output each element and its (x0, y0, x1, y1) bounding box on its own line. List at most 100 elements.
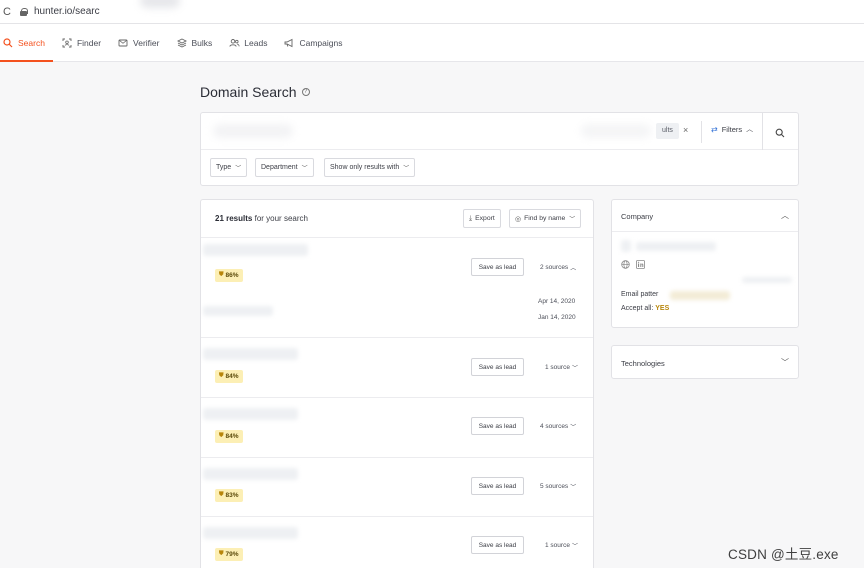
list-item: ⛊ 84% Save as lead 4 sources ﹀ (201, 398, 593, 458)
top-nav: Search Finder Verifier Bulks Leads Campa… (0, 24, 864, 62)
chevron-down-icon: ﹀ (569, 217, 576, 223)
chevron-down-icon: ﹀ (781, 358, 789, 367)
results-pill: ults (656, 123, 679, 139)
nav-leads-label: Leads (244, 37, 268, 48)
list-item: ⛊ 84% Save as lead 1 source ﹀ (201, 338, 593, 398)
sources-label: 5 sources (540, 482, 569, 490)
department-dropdown[interactable]: Department ﹀ (255, 158, 314, 177)
technologies-card[interactable]: Technologies ﹀ (611, 345, 799, 379)
confidence-score: 86% (225, 272, 239, 279)
confidence-score: 84% (225, 373, 239, 380)
sources-label: 1 source (545, 541, 570, 549)
nav-verifier-label: Verifier (133, 37, 160, 48)
save-as-lead-button[interactable]: Save as lead (471, 258, 524, 276)
results-count-suffix: for your search (254, 214, 308, 223)
search-panel: ults × ⇄ Filters ︿ Type ﹀ Department ﹀ S… (200, 112, 799, 186)
confidence-badge: ⛊ 86% (215, 269, 243, 282)
results-panel: 21 results for your search ⤓ Export ◎ Fi… (200, 199, 594, 568)
list-item: ⛊ 79% Save as lead 1 source ﹀ (201, 517, 593, 568)
filters-label: Filters (721, 124, 743, 134)
page-title-text: Domain Search (200, 84, 297, 100)
save-as-lead-button[interactable]: Save as lead (471, 417, 524, 435)
filters-icon: ⇄ (711, 124, 718, 134)
megaphone-icon (283, 37, 295, 49)
export-button[interactable]: ⤓ Export (463, 209, 501, 228)
sources-toggle[interactable]: 2 sources ︿ (540, 258, 576, 276)
confidence-score: 84% (225, 433, 239, 440)
reload-icon[interactable]: C (0, 6, 14, 18)
shield-icon: ⛊ (219, 272, 224, 278)
shield-icon: ⛊ (219, 492, 224, 498)
chevron-up-icon: ︿ (746, 126, 754, 133)
company-card: Company ︿ Email patter Accept all: YES (611, 199, 799, 328)
watermark: CSDN @土豆.exe (728, 547, 839, 562)
chevron-down-icon: ﹀ (571, 365, 578, 372)
finder-icon (61, 37, 73, 49)
confidence-badge: ⛊ 79% (215, 548, 243, 561)
globe-icon[interactable] (621, 260, 630, 269)
nav-leads[interactable]: Leads (226, 24, 275, 61)
save-as-lead-label: Save as lead (478, 422, 517, 430)
save-as-lead-button[interactable]: Save as lead (471, 477, 524, 495)
nav-search-label: Search (18, 37, 45, 48)
company-card-header[interactable]: Company ︿ (612, 200, 798, 232)
chevron-down-icon: ﹀ (301, 166, 308, 172)
divider (762, 113, 763, 150)
clear-icon[interactable]: × (683, 125, 688, 135)
nav-campaigns[interactable]: Campaigns (281, 24, 350, 61)
linkedin-icon[interactable] (636, 260, 645, 269)
nav-search[interactable]: Search (0, 24, 53, 62)
sources-toggle[interactable]: 4 sources ﹀ (540, 417, 576, 435)
confidence-badge: ⛊ 84% (215, 430, 243, 443)
sources-toggle[interactable]: 1 source ﹀ (545, 358, 578, 376)
sources-label: 2 sources (540, 263, 569, 271)
source-date: Jan 14, 2020 (538, 314, 576, 321)
help-icon[interactable]: ? (301, 88, 310, 96)
domain-search-input[interactable]: ults × ⇄ Filters ︿ (201, 113, 798, 150)
sources-label: 4 sources (540, 422, 569, 430)
show-only-dropdown-label: Show only results with (330, 164, 400, 171)
nav-finder-label: Finder (76, 37, 102, 48)
users-icon (228, 37, 240, 49)
nav-finder[interactable]: Finder (59, 24, 109, 61)
department-dropdown-label: Department (261, 164, 298, 171)
page-title: Domain Search ? (200, 84, 310, 100)
filter-row: Type ﹀ Department ﹀ Show only results wi… (201, 150, 798, 186)
chevron-up-icon: ︿ (570, 265, 577, 272)
save-as-lead-button[interactable]: Save as lead (471, 358, 524, 376)
nav-verifier[interactable]: Verifier (115, 24, 167, 61)
confidence-badge: ⛊ 84% (215, 370, 243, 383)
sources-toggle[interactable]: 1 source ﹀ (545, 536, 578, 554)
search-submit-icon[interactable] (775, 125, 785, 143)
chevron-down-icon: ﹀ (403, 166, 410, 172)
confidence-score: 79% (225, 551, 239, 558)
save-as-lead-label: Save as lead (478, 541, 517, 549)
company-card-body: Email patter Accept all: YES (612, 232, 798, 326)
type-dropdown[interactable]: Type ﹀ (210, 158, 248, 177)
confidence-score: 83% (225, 492, 239, 499)
results-count: 21 results for your search (215, 214, 308, 223)
sources-label: 1 source (545, 363, 570, 371)
nav-bulks-label: Bulks (191, 37, 213, 48)
find-by-name-button[interactable]: ◎ Find by name ﹀ (509, 209, 582, 228)
accept-all-label: Accept all: (621, 305, 654, 312)
layers-icon (176, 37, 188, 49)
chevron-up-icon: ︿ (781, 211, 789, 220)
confidence-badge: ⛊ 83% (215, 489, 243, 502)
show-only-dropdown[interactable]: Show only results with ﹀ (324, 158, 416, 177)
save-as-lead-button[interactable]: Save as lead (471, 536, 524, 554)
chevron-down-icon: ﹀ (570, 424, 577, 431)
nav-campaigns-label: Campaigns (299, 37, 343, 48)
save-as-lead-label: Save as lead (478, 482, 517, 490)
address-url[interactable]: hunter.io/searc (34, 6, 100, 17)
sources-toggle[interactable]: 5 sources ﹀ (540, 477, 576, 495)
filters-button[interactable]: ⇄ Filters ︿ (711, 124, 753, 134)
nav-bulks[interactable]: Bulks (174, 24, 221, 61)
browser-address-bar: C hunter.io/searc (0, 0, 864, 24)
lock-icon (20, 7, 28, 16)
shield-icon: ⛊ (219, 373, 224, 379)
chevron-down-icon: ﹀ (571, 543, 578, 550)
list-item: ⛊ 86% Save as lead 2 sources ︿ Apr 14, 2… (201, 238, 593, 338)
export-label: Export (475, 215, 495, 222)
save-as-lead-label: Save as lead (478, 363, 517, 371)
